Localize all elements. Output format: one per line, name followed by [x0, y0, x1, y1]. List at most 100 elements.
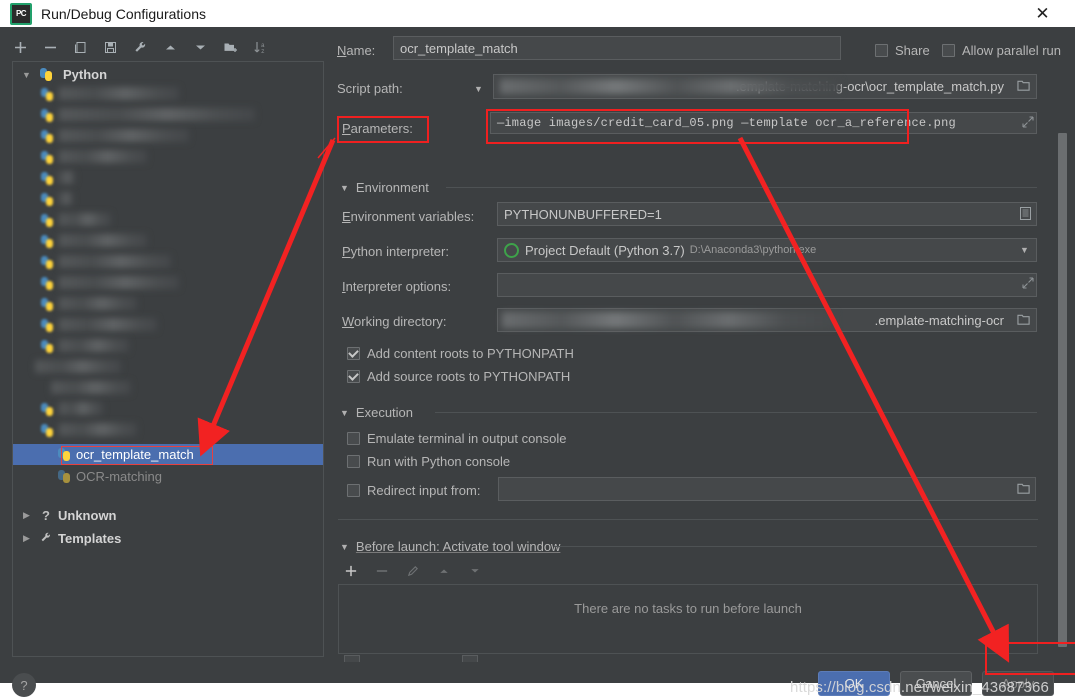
python-interpreter-value: Project Default (Python 3.7) — [525, 242, 685, 258]
python-interpreter-path: D:\Anaconda3\python.exe — [689, 244, 817, 256]
share-checkbox-row[interactable]: Share — [875, 43, 930, 58]
redirect-input-label: Redirect input from: — [367, 483, 481, 498]
environment-section-header[interactable]: ▼ Environment — [340, 180, 429, 195]
redacted-label — [35, 360, 121, 373]
run-with-python-console-checkbox[interactable] — [347, 455, 360, 468]
redacted-label — [59, 171, 75, 184]
allow-parallel-run-checkbox[interactable] — [942, 44, 955, 57]
chevron-down-icon[interactable]: ▼ — [474, 84, 483, 94]
share-checkbox[interactable] — [875, 44, 888, 57]
add-source-roots-row[interactable]: Add source roots to PYTHONPATH — [347, 369, 570, 384]
watermark-text: https://blog.csdn.net/weixin_43687366 — [790, 679, 1049, 696]
interpreter-options-input[interactable] — [497, 273, 1037, 297]
environment-section-label: Environment — [355, 180, 429, 195]
tree-node-unknown[interactable]: ▶ ? Unknown — [13, 505, 117, 526]
python-icon — [41, 172, 55, 186]
redacted-script-path-prefix — [500, 79, 840, 94]
add-content-roots-checkbox[interactable] — [347, 347, 360, 360]
add-source-roots-label: Add source roots to PYTHONPATH — [367, 369, 571, 384]
execution-section-label: Execution — [355, 405, 414, 420]
close-icon[interactable]: ✕ — [1020, 0, 1065, 27]
before-launch-task-list[interactable]: There are no tasks to run before launch — [338, 584, 1038, 654]
emulate-terminal-label: Emulate terminal in output console — [367, 431, 567, 446]
run-with-python-console-label: Run with Python console — [367, 454, 511, 469]
help-button[interactable]: ? — [12, 673, 36, 697]
plus-icon[interactable] — [12, 39, 29, 56]
python-icon — [41, 193, 55, 207]
allow-parallel-run-checkbox-row[interactable]: Allow parallel run — [942, 43, 1061, 58]
python-icon — [41, 214, 55, 228]
arrow-down-icon[interactable] — [192, 39, 209, 56]
chevron-right-icon[interactable]: ▶ — [19, 533, 34, 544]
sort-az-icon[interactable]: az — [252, 39, 269, 56]
tree-node-label: Unknown — [58, 508, 117, 523]
redacted-label — [59, 234, 147, 247]
chevron-down-icon[interactable]: ▼ — [340, 542, 349, 552]
copy-icon[interactable] — [72, 39, 89, 56]
add-source-roots-checkbox[interactable] — [347, 370, 360, 383]
emulate-terminal-row[interactable]: Emulate terminal in output console — [347, 431, 566, 446]
browse-folder-icon[interactable] — [1017, 79, 1031, 95]
pencil-icon — [404, 562, 421, 579]
before-launch-toolbar — [342, 562, 483, 579]
wrench-icon[interactable] — [132, 39, 149, 56]
tree-node-templates[interactable]: ▶ Templates — [13, 528, 121, 549]
python-icon — [41, 340, 55, 354]
add-content-roots-row[interactable]: Add content roots to PYTHONPATH — [347, 346, 574, 361]
tree-node-python[interactable]: ▼ Python — [13, 64, 107, 85]
run-with-python-console-row[interactable]: Run with Python console — [347, 454, 510, 469]
chevron-down-icon[interactable]: ▼ — [1020, 245, 1029, 255]
expand-editor-icon[interactable] — [1022, 277, 1034, 292]
python-interpreter-dropdown[interactable]: Project Default (Python 3.7) D:\Anaconda… — [497, 238, 1037, 262]
settings-scrollbar-thumb[interactable] — [1058, 133, 1067, 647]
python-icon — [41, 88, 55, 102]
emulate-terminal-checkbox[interactable] — [347, 432, 360, 445]
before-launch-empty-message: There are no tasks to run before launch — [574, 601, 802, 616]
python-icon — [41, 403, 55, 417]
redacted-label — [59, 108, 255, 121]
minus-icon[interactable] — [42, 39, 59, 56]
expand-editor-icon[interactable] — [1022, 116, 1034, 131]
redacted-label — [59, 129, 189, 142]
edit-env-vars-icon[interactable] — [1020, 207, 1031, 223]
python-icon — [41, 256, 55, 270]
python-interpreter-label: Python interpreter: — [342, 244, 449, 259]
environment-variables-value: PYTHONUNBUFFERED=1 — [504, 206, 662, 222]
redacted-label — [59, 192, 73, 205]
browse-folder-icon[interactable] — [1017, 482, 1031, 498]
save-icon[interactable] — [102, 39, 119, 56]
redirect-input-field[interactable] — [498, 477, 1036, 501]
working-directory-label: Working directory: — [342, 314, 447, 329]
redirect-input-checkbox[interactable] — [347, 484, 360, 497]
partial-field-bottom-left — [344, 655, 360, 662]
chevron-down-icon[interactable]: ▼ — [340, 408, 349, 418]
chevron-down-icon[interactable]: ▼ — [19, 70, 34, 80]
name-label: NName:ame: — [337, 43, 376, 58]
interpreter-options-label: Interpreter options: — [342, 279, 452, 294]
working-directory-value: .emplate-matching-ocr — [874, 312, 1004, 328]
name-input-value: ocr_template_match — [400, 40, 518, 56]
python-icon — [41, 235, 55, 249]
new-folder-icon[interactable] — [222, 39, 239, 56]
section-divider — [446, 187, 1037, 188]
python-icon — [57, 469, 72, 484]
tree-item-ocr-matching[interactable]: OCR-matching — [13, 466, 162, 487]
before-launch-section-header[interactable]: ▼ Before launch: Activate tool window — [340, 539, 560, 554]
execution-section-header[interactable]: ▼ Execution — [340, 405, 413, 420]
arrow-up-icon — [435, 562, 452, 579]
configurations-tree[interactable]: ▼ Python ocr_template_match OCR-matching… — [12, 61, 324, 657]
browse-folder-icon[interactable] — [1017, 313, 1031, 329]
parameters-input[interactable]: —image images/credit_card_05.png —templa… — [490, 112, 1037, 134]
environment-variables-input[interactable]: PYTHONUNBUFFERED=1 — [497, 202, 1037, 226]
python-icon — [41, 151, 55, 165]
redacted-label — [59, 297, 137, 310]
tree-item-ocr-template-match[interactable]: ocr_template_match — [13, 444, 323, 465]
pycharm-logo-icon: PC — [10, 2, 32, 25]
window-title-bar: PC Run/Debug Configurations ✕ — [0, 0, 1075, 27]
arrow-up-icon[interactable] — [162, 39, 179, 56]
redirect-input-row[interactable]: Redirect input from: — [347, 483, 480, 498]
chevron-down-icon[interactable]: ▼ — [340, 183, 349, 193]
name-input[interactable]: ocr_template_match — [393, 36, 841, 60]
chevron-right-icon[interactable]: ▶ — [19, 510, 34, 521]
plus-icon[interactable] — [342, 562, 359, 579]
